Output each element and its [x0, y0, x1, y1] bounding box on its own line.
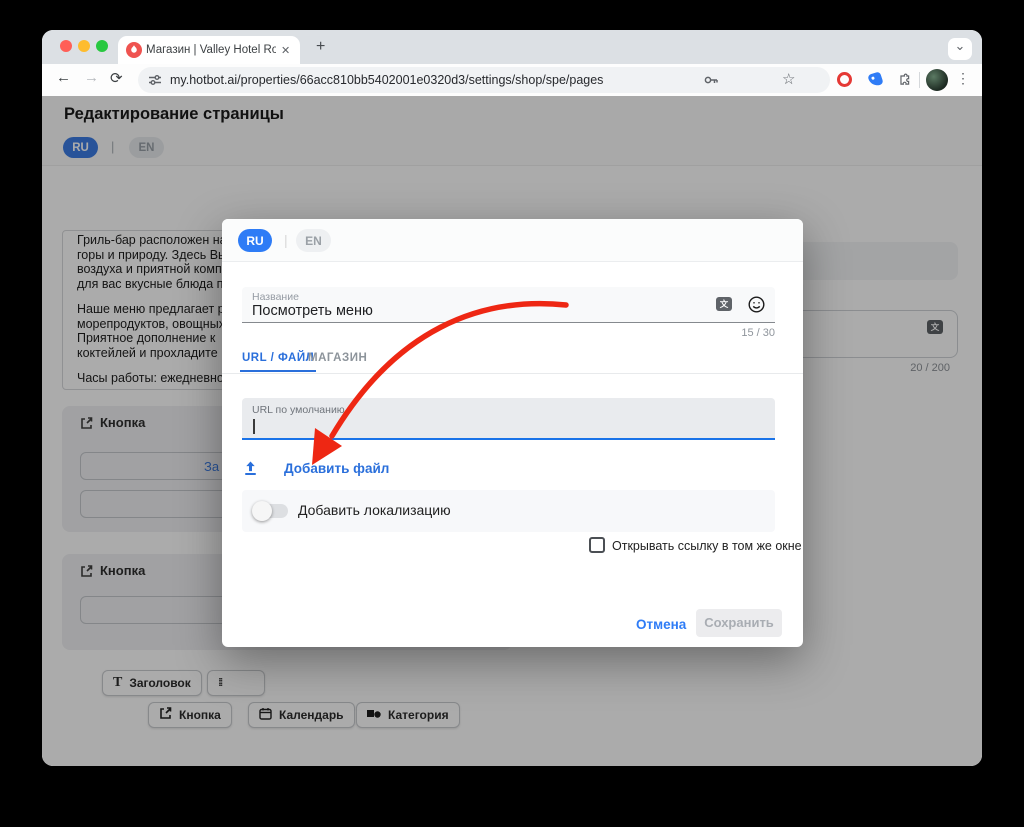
tab-url-file[interactable]: URL / ФАЙЛ	[240, 352, 317, 372]
translate-glyph: 文	[719, 299, 729, 309]
modal-lang-en-button[interactable]: EN	[296, 229, 331, 252]
modal-tabs: URL / ФАЙЛ МАГАЗИН	[222, 350, 803, 374]
name-value: Посмотреть меню	[252, 303, 373, 319]
url-text[interactable]: my.hotbot.ai/properties/66acc810bb540200…	[170, 73, 603, 87]
tab-search-chevron-button[interactable]: ⌄	[948, 38, 972, 60]
name-label: Название	[252, 291, 299, 303]
chevron-down-icon: ⌄	[954, 38, 966, 53]
add-file-label: Добавить файл	[284, 461, 390, 476]
text-caret	[253, 419, 255, 434]
browser-window: Магазин | Valley Hotel Rosa K ✕ + ⌄ ← → …	[42, 30, 982, 766]
tab-strip: Магазин | Valley Hotel Rosa K ✕ + ⌄	[42, 30, 982, 64]
window-minimize-button[interactable]	[78, 40, 90, 52]
edit-link-modal: RU | EN Название Посмотреть меню 文 15 / …	[222, 219, 803, 647]
modal-lang-divider: |	[284, 232, 288, 248]
extension-tag-icon[interactable]	[867, 71, 884, 88]
tab-favicon	[126, 42, 142, 63]
url-input-label: URL по умолчанию	[252, 404, 345, 416]
name-counter: 15 / 30	[741, 327, 775, 339]
upload-icon	[242, 460, 259, 477]
new-tab-button[interactable]: +	[316, 38, 325, 56]
screenshot-root: Магазин | Valley Hotel Rosa K ✕ + ⌄ ← → …	[0, 0, 1024, 827]
add-file-link[interactable]: Добавить файл	[242, 460, 389, 482]
window-zoom-button[interactable]	[96, 40, 108, 52]
tab-close-icon[interactable]: ✕	[281, 44, 290, 57]
password-key-icon[interactable]	[703, 72, 719, 93]
window-close-button[interactable]	[60, 40, 72, 52]
reload-icon[interactable]: ⟳	[110, 69, 123, 87]
browser-tab[interactable]: Магазин | Valley Hotel Rosa K ✕	[118, 36, 300, 64]
add-localization-toggle[interactable]	[252, 501, 288, 521]
localization-row: Добавить локализацию	[242, 490, 775, 532]
open-same-window-label: Открывать ссылку в том же окне	[612, 539, 802, 553]
modal-header: RU | EN	[222, 219, 803, 262]
back-icon[interactable]: ←	[56, 69, 71, 86]
url-input[interactable]: URL по умолчанию	[242, 398, 775, 440]
site-settings-tune-icon[interactable]	[148, 73, 162, 92]
open-same-window-checkbox[interactable]	[589, 537, 605, 553]
extensions-puzzle-icon[interactable]	[897, 72, 913, 93]
emoji-icon[interactable]	[748, 296, 765, 318]
browser-menu-dots-icon[interactable]: ⋮	[956, 70, 970, 87]
url-bar[interactable]: my.hotbot.ai/properties/66acc810bb540200…	[138, 67, 830, 93]
bookmark-star-icon[interactable]: ☆	[782, 70, 795, 88]
tab-title: Магазин | Valley Hotel Rosa K	[146, 44, 276, 56]
extension-red-o-icon[interactable]	[837, 72, 852, 87]
modal-cancel-button[interactable]: Отмена	[636, 617, 686, 632]
profile-avatar[interactable]	[926, 69, 948, 91]
translate-icon[interactable]: 文	[716, 297, 732, 311]
browser-toolbar: ← → ⟳ my.hotbot.ai/properties/66acc810bb…	[42, 64, 982, 96]
tab-shop[interactable]: МАГАЗИН	[308, 352, 367, 364]
name-input[interactable]: Название Посмотреть меню 文	[242, 287, 775, 323]
tag-dot	[871, 76, 875, 81]
toolbar-divider	[919, 72, 920, 88]
modal-lang-ru-button[interactable]: RU	[238, 229, 272, 252]
forward-icon[interactable]: →	[84, 69, 99, 86]
modal-save-button[interactable]: Сохранить	[696, 609, 782, 637]
add-localization-label: Добавить локализацию	[298, 502, 451, 518]
